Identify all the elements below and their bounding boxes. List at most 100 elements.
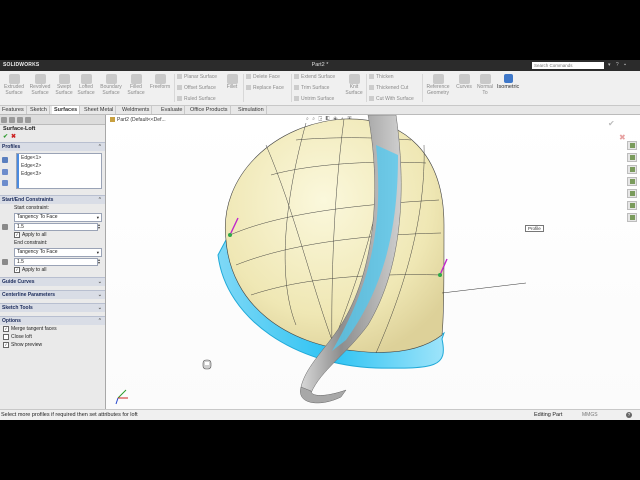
thickened-cut-button[interactable]: Thickened Cut (369, 85, 408, 91)
isometric-button[interactable]: Isometric (497, 74, 519, 90)
list-item[interactable]: Edge<2> (17, 162, 101, 170)
fillet-button[interactable]: Fillet (223, 74, 241, 91)
appearance-manager-icon[interactable] (25, 116, 31, 123)
move-up-icon[interactable] (2, 169, 8, 175)
guide-curves-section-header[interactable]: Guide Curves ⌄ (0, 277, 105, 286)
reference-geometry-button[interactable]: Reference Geometry (424, 74, 452, 96)
reference-triad-icon (115, 389, 128, 405)
task-pane-home-button[interactable] (627, 141, 637, 150)
callout-leader (441, 282, 527, 294)
untrim-surface-button[interactable]: Untrim Surface (294, 96, 334, 102)
feature-manager-icon[interactable] (1, 116, 7, 123)
knit-surface-label: Knit Surface (345, 84, 363, 96)
list-item[interactable]: Edge<3> (17, 170, 101, 178)
search-commands-input[interactable] (532, 62, 604, 69)
profiles-list[interactable]: Edge<1> Edge<2> Edge<3> (16, 153, 102, 189)
cut-with-surface-button[interactable]: Cut With Surface (369, 96, 414, 102)
boundary-surface-button[interactable]: Boundary Surface (98, 74, 124, 96)
ok-check-icon[interactable]: ✔ (3, 134, 8, 140)
replace-face-button[interactable]: Replace Face (246, 85, 284, 91)
end-tangent-length-input[interactable]: 1.5 (14, 258, 98, 266)
tab-features[interactable]: Features (0, 106, 27, 114)
guide-curves-label: Guide Curves (2, 279, 35, 285)
tab-simulation[interactable]: Simulation (236, 106, 267, 114)
sketch-tools-section-header[interactable]: Sketch Tools ⌄ (0, 303, 105, 312)
delete-face-icon (246, 74, 251, 80)
freeform-button[interactable]: Freeform (148, 74, 172, 91)
list-item[interactable]: Edge<1> (17, 154, 101, 162)
revolved-surface-icon (34, 74, 46, 84)
units-selector[interactable]: MMGS (582, 412, 598, 418)
graphics-area[interactable]: Part2 (Default<<Def... ⌕ ⌕ ◲ ◧ ◈ ◐ ▣ ✔ ✖ (106, 115, 640, 409)
collapse-chevron-icon: ⌃ (97, 197, 102, 203)
checkbox-checked-icon: ✓ (14, 231, 20, 238)
cut-with-surface-icon (369, 96, 374, 102)
centerline-section-header[interactable]: Centerline Parameters ⌄ (0, 290, 105, 299)
dropdown-arrow-icon: ▾ (96, 215, 99, 220)
checkbox-checked-icon: ✓ (3, 325, 9, 332)
view-palette-icon (629, 191, 635, 196)
extruded-surface-button[interactable]: Extruded Surface (2, 74, 26, 96)
tab-sheet-metal[interactable]: Sheet Metal (82, 106, 117, 114)
task-pane-view-palette-button[interactable] (627, 189, 637, 198)
planar-surface-button[interactable]: Planar Surface (177, 74, 217, 80)
lofted-surface-button[interactable]: Lofted Surface (76, 74, 96, 96)
status-message: Select more profiles if required then se… (1, 412, 138, 418)
revolved-surface-button[interactable]: Revolved Surface (28, 74, 52, 96)
curves-button[interactable]: Curves (454, 74, 474, 91)
help-icon[interactable]: ? (626, 412, 632, 418)
apply-to-all-start-checkbox[interactable]: ✓ Apply to all (0, 231, 105, 239)
untrim-surface-icon (294, 96, 299, 102)
normal-to-button[interactable]: Normal To (476, 74, 494, 96)
curves-icon (458, 74, 470, 84)
offset-surface-button[interactable]: Offset Surface (177, 85, 216, 91)
design-library-icon (629, 167, 635, 172)
trim-surface-button[interactable]: Trim Surface (294, 85, 329, 91)
knit-surface-button[interactable]: Knit Surface (344, 74, 364, 96)
thicken-button[interactable]: Thicken (369, 74, 394, 80)
extend-surface-button[interactable]: Extend Surface (294, 74, 335, 80)
resources-icon (629, 155, 635, 160)
tab-office-products[interactable]: Office Products (188, 106, 231, 114)
task-pane-design-library-button[interactable] (627, 165, 637, 174)
normal-to-label: Normal To (476, 84, 494, 96)
title-bar: SOLIDWORKS Part2 * ▾ ? ▪ (0, 60, 640, 71)
profile-end-point (438, 273, 442, 277)
delete-face-button[interactable]: Delete Face (246, 74, 280, 80)
swept-surface-icon (58, 74, 70, 84)
task-pane-appearances-button[interactable] (627, 201, 637, 210)
task-pane-file-explorer-button[interactable] (627, 177, 637, 186)
close-loft-checkbox[interactable]: Close loft (0, 333, 105, 341)
move-down-icon[interactable] (2, 180, 8, 186)
tab-evaluate[interactable]: Evaluate (159, 106, 186, 114)
property-manager-icon[interactable] (9, 116, 15, 123)
swept-surface-button[interactable]: Swept Surface (54, 74, 74, 96)
ruled-surface-button[interactable]: Ruled Surface (177, 96, 216, 102)
tab-surfaces[interactable]: Surfaces (52, 106, 81, 114)
tab-weldments[interactable]: Weldments (120, 106, 153, 114)
start-constraint-label: Start constraint: (14, 205, 50, 211)
task-pane-resources-button[interactable] (627, 153, 637, 162)
profiles-section-header[interactable]: Profiles ⌃ (0, 142, 105, 151)
dropdown-arrow-icon: ▾ (96, 250, 99, 255)
tab-sketch[interactable]: Sketch (28, 106, 50, 114)
options-section-header[interactable]: Options ⌃ (0, 316, 105, 325)
spin-arrows-icon[interactable]: ▴ ▾ (98, 223, 100, 230)
constraints-section-header[interactable]: Start/End Constraints ⌃ (0, 195, 105, 204)
configuration-manager-icon[interactable] (17, 116, 23, 123)
offset-surface-label: Offset Surface (184, 85, 216, 91)
start-tangent-length-input[interactable]: 1.5 (14, 223, 98, 231)
end-constraint-select[interactable]: Tangency To Face ▾ (14, 248, 102, 257)
filled-surface-button[interactable]: Filled Surface (126, 74, 146, 96)
cancel-x-icon[interactable]: ✖ (11, 134, 16, 140)
show-preview-checkbox[interactable]: ✓ Show preview (0, 341, 105, 349)
spin-arrows-icon[interactable]: ▴ ▾ (98, 258, 100, 265)
end-constraint-value: Tangency To Face (17, 249, 58, 255)
manager-tabs (0, 115, 105, 125)
window-controls[interactable]: ▾ ? ▪ (608, 62, 628, 68)
apply-to-all-end-checkbox[interactable]: ✓ Apply to all (0, 266, 105, 274)
start-constraint-select[interactable]: Tangency To Face ▾ (14, 213, 102, 222)
merge-tangent-faces-checkbox[interactable]: ✓ Merge tangent faces (0, 325, 105, 333)
ok-cancel-row: ✔ ✖ (0, 133, 105, 141)
task-pane-custom-properties-button[interactable] (627, 213, 637, 222)
